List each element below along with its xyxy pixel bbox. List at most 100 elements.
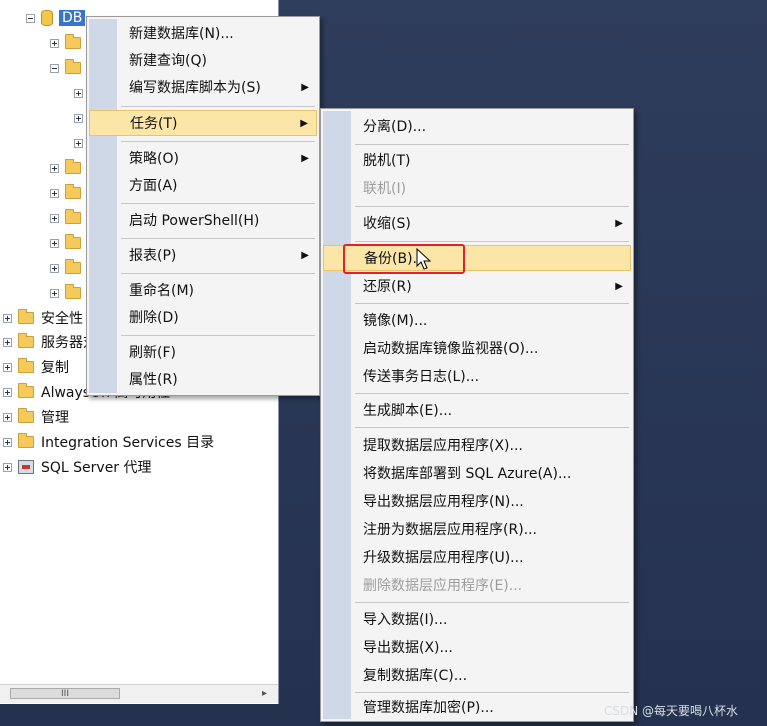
menu-item-generate-scripts[interactable]: 生成脚本(E)... [323,397,631,423]
menu-item-mirror-monitor[interactable]: 启动数据库镜像监视器(O)... [323,335,631,361]
menu-item-register-dac[interactable]: 注册为数据层应用程序(R)... [323,516,631,542]
tree-folder[interactable] [50,157,88,179]
menu-item-label: 复制数据库(C)... [363,668,468,684]
menu-item-script-database[interactable]: 编写数据库脚本为(S) ▶ [89,74,317,100]
menu-item-copy-database[interactable]: 复制数据库(C)... [323,662,631,688]
menu-item-manage-encryption[interactable]: 管理数据库加密(P)... [323,694,631,720]
scroll-right-icon[interactable]: ▸ [262,688,267,699]
menu-item-import-data[interactable]: 导入数据(I)... [323,606,631,632]
menu-item-extract-dac[interactable]: 提取数据层应用程序(X)... [323,432,631,458]
collapse-icon[interactable] [26,13,35,23]
folder-icon [18,358,34,373]
menu-item-label: 删除(D) [129,310,179,326]
menu-item-refresh[interactable]: 刷新(F) [89,339,317,365]
menu-item-start-powershell[interactable]: 启动 PowerShell(H) [89,207,317,233]
expand-icon[interactable] [3,337,12,347]
menu-item-label: 编写数据库脚本为(S) [129,80,261,96]
expand-icon[interactable] [50,163,59,173]
expand-icon[interactable] [50,288,59,298]
expand-icon[interactable] [3,437,12,447]
tree-folder[interactable] [50,207,88,229]
expand-icon[interactable] [74,88,83,98]
menu-item-label: 导出数据层应用程序(N)... [363,494,524,510]
expand-icon[interactable] [3,412,12,422]
tree-node-db-label[interactable]: DB [59,10,86,26]
menu-item-label: 任务(T) [130,116,178,132]
menu-item-tasks[interactable]: 任务(T) ▶ [89,110,317,136]
menu-item-delete[interactable]: 删除(D) [89,304,317,330]
menu-separator [355,241,629,242]
tree-folder[interactable] [50,282,88,304]
menu-item-label: 提取数据层应用程序(X)... [363,438,523,454]
menu-separator [121,335,315,336]
expand-icon[interactable] [3,362,12,372]
expand-icon[interactable] [74,113,83,123]
folder-icon [18,408,34,423]
tree-node-management[interactable]: 管理 [3,406,69,428]
menu-item-label: 传送事务日志(L)... [363,369,480,385]
folder-icon [18,309,34,324]
horizontal-scrollbar[interactable]: III ▸ [0,684,278,703]
annotation-highlight-box [343,244,465,274]
expand-icon[interactable] [3,462,12,472]
tree-folder[interactable] [50,257,88,279]
database-icon [41,10,53,26]
menu-item-shrink[interactable]: 收缩(S) ▶ [323,210,631,236]
menu-separator [355,602,629,603]
tree-folder[interactable] [50,232,88,254]
expand-icon[interactable] [50,38,59,48]
tree-node-label[interactable]: SQL Server 代理 [41,457,152,477]
tree-node-security[interactable]: 安全性 [3,307,83,329]
expand-icon[interactable] [74,138,83,148]
scrollbar-thumb[interactable]: III [10,688,120,699]
menu-item-label: 将数据库部署到 SQL Azure(A)... [363,466,572,482]
menu-item-new-database[interactable]: 新建数据库(N)... [89,20,317,46]
menu-item-rename[interactable]: 重命名(M) [89,277,317,303]
menu-separator [355,206,629,207]
tree-folder[interactable] [50,57,88,79]
tree-folder[interactable] [50,182,88,204]
tree-node-label[interactable]: 复制 [41,357,69,377]
menu-item-export-dac[interactable]: 导出数据层应用程序(N)... [323,488,631,514]
tasks-submenu: 分离(D)... 脱机(T) 联机(I) 收缩(S) ▶ 备份(B)... 还原(… [320,108,634,722]
menu-item-restore[interactable]: 还原(R) ▶ [323,273,631,299]
folder-icon [65,259,81,274]
expand-icon[interactable] [50,238,59,248]
menu-separator [121,273,315,274]
menu-item-reports[interactable]: 报表(P) ▶ [89,242,317,268]
menu-item-properties[interactable]: 属性(R) [89,366,317,392]
menu-item-take-offline[interactable]: 脱机(T) [323,147,631,173]
menu-item-label: 新建数据库(N)... [129,26,234,42]
menu-item-label: 还原(R) [363,279,412,295]
menu-item-facets[interactable]: 方面(A) [89,172,317,198]
menu-item-new-query[interactable]: 新建查询(Q) [89,47,317,73]
menu-item-export-data[interactable]: 导出数据(X)... [323,634,631,660]
expand-icon[interactable] [50,213,59,223]
menu-separator [355,303,629,304]
tree-node-replication[interactable]: 复制 [3,356,69,378]
menu-item-log-shipping[interactable]: 传送事务日志(L)... [323,363,631,389]
tree-node-db[interactable]: DB [26,7,86,29]
folder-icon [65,234,81,249]
collapse-icon[interactable] [50,63,59,73]
tree-node-integration-services[interactable]: Integration Services 目录 [3,431,214,453]
menu-item-label: 策略(O) [129,151,179,167]
tree-folder[interactable] [50,32,88,54]
expand-icon[interactable] [3,387,12,397]
menu-item-deploy-sql-azure[interactable]: 将数据库部署到 SQL Azure(A)... [323,460,631,486]
submenu-arrow-icon: ▶ [300,117,308,129]
agent-icon [18,460,34,474]
menu-item-label: 脱机(T) [363,153,411,169]
menu-item-mirror[interactable]: 镜像(M)... [323,307,631,333]
expand-icon[interactable] [50,263,59,273]
menu-item-policies[interactable]: 策略(O) ▶ [89,145,317,171]
menu-item-upgrade-dac[interactable]: 升级数据层应用程序(U)... [323,544,631,570]
tree-node-sql-server-agent[interactable]: SQL Server 代理 [3,456,152,478]
tree-node-label[interactable]: 管理 [41,407,69,427]
menu-item-bring-online: 联机(I) [323,175,631,201]
expand-icon[interactable] [50,188,59,198]
menu-item-detach[interactable]: 分离(D)... [323,113,631,139]
expand-icon[interactable] [3,313,12,323]
tree-node-label[interactable]: 安全性 [41,308,83,328]
tree-node-label[interactable]: Integration Services 目录 [41,432,214,452]
